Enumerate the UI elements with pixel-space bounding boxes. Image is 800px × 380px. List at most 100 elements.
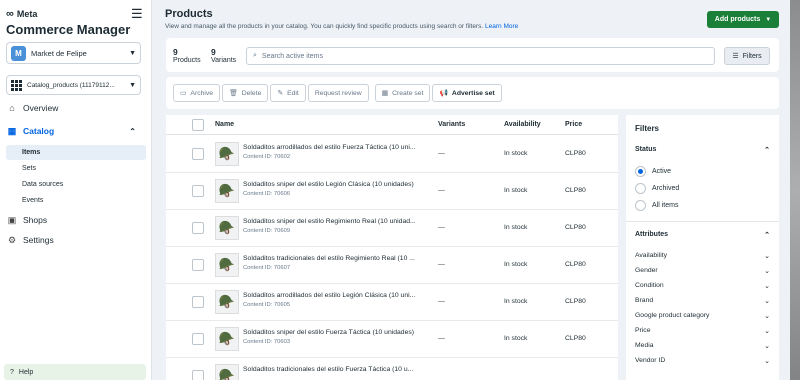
nav-shops-label: Shops [23,215,48,225]
add-products-button[interactable]: Add products ▼ [707,11,779,28]
product-name[interactable]: Soldaditos sniper del estilo Regimiento … [243,218,433,225]
gear-icon: ⚙ [7,234,17,245]
row-checkbox[interactable] [192,333,204,345]
col-name[interactable]: Name [215,121,234,128]
table-row[interactable]: 🪖 Soldaditos arrodillados del estilo Leg… [166,284,618,321]
create-set-button[interactable]: ▦ Create set [374,84,431,102]
advertise-set-button[interactable]: 📢 Advertise set [432,84,502,102]
radio-selected-icon [635,166,646,177]
home-icon: ⌂ [9,103,15,113]
product-name[interactable]: Soldaditos sniper del estilo Legión Clás… [243,181,433,188]
search-placeholder: Search active items [261,52,324,60]
nav-overview-label: Overview [23,103,59,113]
attributes-section-header[interactable]: Attributes ⌃ [635,231,770,239]
row-checkbox[interactable] [192,148,204,160]
variants-cell: — [438,224,445,231]
nav-sub-sets[interactable]: Sets [6,161,146,176]
filter-price[interactable]: Price ⌄ [635,327,770,335]
filter-brand[interactable]: Brand ⌄ [635,297,770,305]
table-row[interactable]: 🪖 Soldaditos tradicionales del estilo Re… [166,247,618,284]
meta-logo[interactable]: ∞ Meta [6,8,37,20]
nav-sub-items[interactable]: Items [6,145,146,160]
price-cell: CLP80 [565,187,586,194]
nav-catalog[interactable]: ▦ Catalog ⌃ [0,122,152,140]
chevron-down-icon: ⌄ [764,328,770,335]
edit-button[interactable]: ✎ Edit [270,84,306,102]
page-header: Products View and manage all the product… [165,8,518,30]
filter-google-category[interactable]: Google product category ⌄ [635,312,770,320]
learn-more-link[interactable]: Learn More [485,23,518,30]
status-section-header[interactable]: Status ⌃ [635,146,770,154]
chevron-down-icon: ⌄ [764,253,770,260]
nav-settings[interactable]: ⚙ Settings [0,231,152,249]
help-button[interactable]: ? Help [4,364,146,380]
catalog-selector[interactable]: Catalog_products (11179112... ▼ [6,75,141,95]
nav-catalog-label: Catalog [23,126,55,136]
status-label: Status [635,146,657,153]
table-row[interactable]: 🪖 Soldaditos sniper del estilo Regimient… [166,210,618,247]
delete-label: Delete [241,89,262,97]
product-name[interactable]: Soldaditos arrodillados del estilo Fuerz… [243,144,433,151]
products-table: Name Variants Availability Price 🪖 Solda… [166,115,618,380]
menu-icon[interactable]: ☰ [131,6,143,22]
attributes-label: Attributes [635,231,669,238]
content-id: Content ID: 70602 [243,154,291,160]
table-row[interactable]: 🪖 Soldaditos tradicionales del estilo Fu… [166,358,618,380]
row-checkbox[interactable] [192,222,204,234]
filters-panel: Filters Status ⌃ Active Archived All ite… [626,115,779,380]
filter-media[interactable]: Media ⌄ [635,342,770,350]
col-availability[interactable]: Availability [504,121,541,128]
product-name[interactable]: Soldaditos sniper del estilo Fuerza Táct… [243,329,433,336]
sidebar: ∞ Meta ☰ Commerce Manager M Market de Fe… [0,0,152,380]
filter-condition[interactable]: Condition ⌄ [635,282,770,290]
price-cell: CLP80 [565,298,586,305]
variants-cell: — [438,298,445,305]
price-cell: CLP80 [565,335,586,342]
row-checkbox[interactable] [192,370,204,380]
status-active-radio[interactable]: Active [635,166,671,177]
product-thumbnail: 🪖 [215,364,239,380]
variants-cell: — [438,187,445,194]
create-set-label: Create set [392,89,424,97]
col-price[interactable]: Price [565,121,582,128]
question-icon: ? [10,368,14,376]
status-all-radio[interactable]: All items [635,200,678,211]
chevron-up-icon: ⌃ [764,147,770,154]
table-row[interactable]: 🪖 Soldaditos sniper del estilo Legión Cl… [166,173,618,210]
filters-button[interactable]: ☰ Filters [724,47,770,65]
set-grid-icon: ▦ [381,90,389,97]
account-selector[interactable]: M Market de Felipe ▼ [6,42,141,64]
filter-gender[interactable]: Gender ⌄ [635,267,770,275]
filter-gender-label: Gender [635,267,658,274]
product-name[interactable]: Soldaditos tradicionales del estilo Fuer… [243,366,433,373]
archive-button[interactable]: ▭ Archive [173,84,221,102]
caret-down-icon: ▼ [129,49,136,57]
product-name[interactable]: Soldaditos tradicionales del estilo Regi… [243,255,433,262]
nav-shops[interactable]: ▣ Shops [0,211,152,229]
request-review-button[interactable]: Request review [307,84,369,102]
nav-sub-data-sources[interactable]: Data sources [6,177,146,192]
product-thumbnail: 🪖 [215,327,239,351]
catalog-name: Catalog_products (11179112... [27,81,115,89]
col-variants[interactable]: Variants [438,121,465,128]
row-checkbox[interactable] [192,185,204,197]
content-id: Content ID: 70607 [243,265,291,271]
filter-vendor-id-label: Vendor ID [635,357,666,364]
product-name[interactable]: Soldaditos arrodillados del estilo Legió… [243,292,433,299]
delete-button[interactable]: 🗑 Delete [222,84,269,102]
products-count-value: 9 [173,47,178,57]
nav-overview[interactable]: ⌂ Overview [0,99,152,117]
price-cell: CLP80 [565,261,586,268]
nav-sub-events[interactable]: Events [6,193,146,208]
filter-vendor-id[interactable]: Vendor ID ⌄ [635,357,770,365]
select-all-checkbox[interactable] [192,119,204,131]
search-input[interactable]: ⌕ Search active items [246,47,715,65]
variants-count-value: 9 [211,47,216,57]
status-archived-radio[interactable]: Archived [635,183,679,194]
filter-availability[interactable]: Availability ⌄ [635,252,770,260]
row-checkbox[interactable] [192,296,204,308]
row-checkbox[interactable] [192,259,204,271]
table-row[interactable]: 🪖 Soldaditos sniper del estilo Fuerza Tá… [166,321,618,358]
sliders-icon: ☰ [732,53,739,60]
table-row[interactable]: 🪖 Soldaditos arrodillados del estilo Fue… [166,136,618,173]
